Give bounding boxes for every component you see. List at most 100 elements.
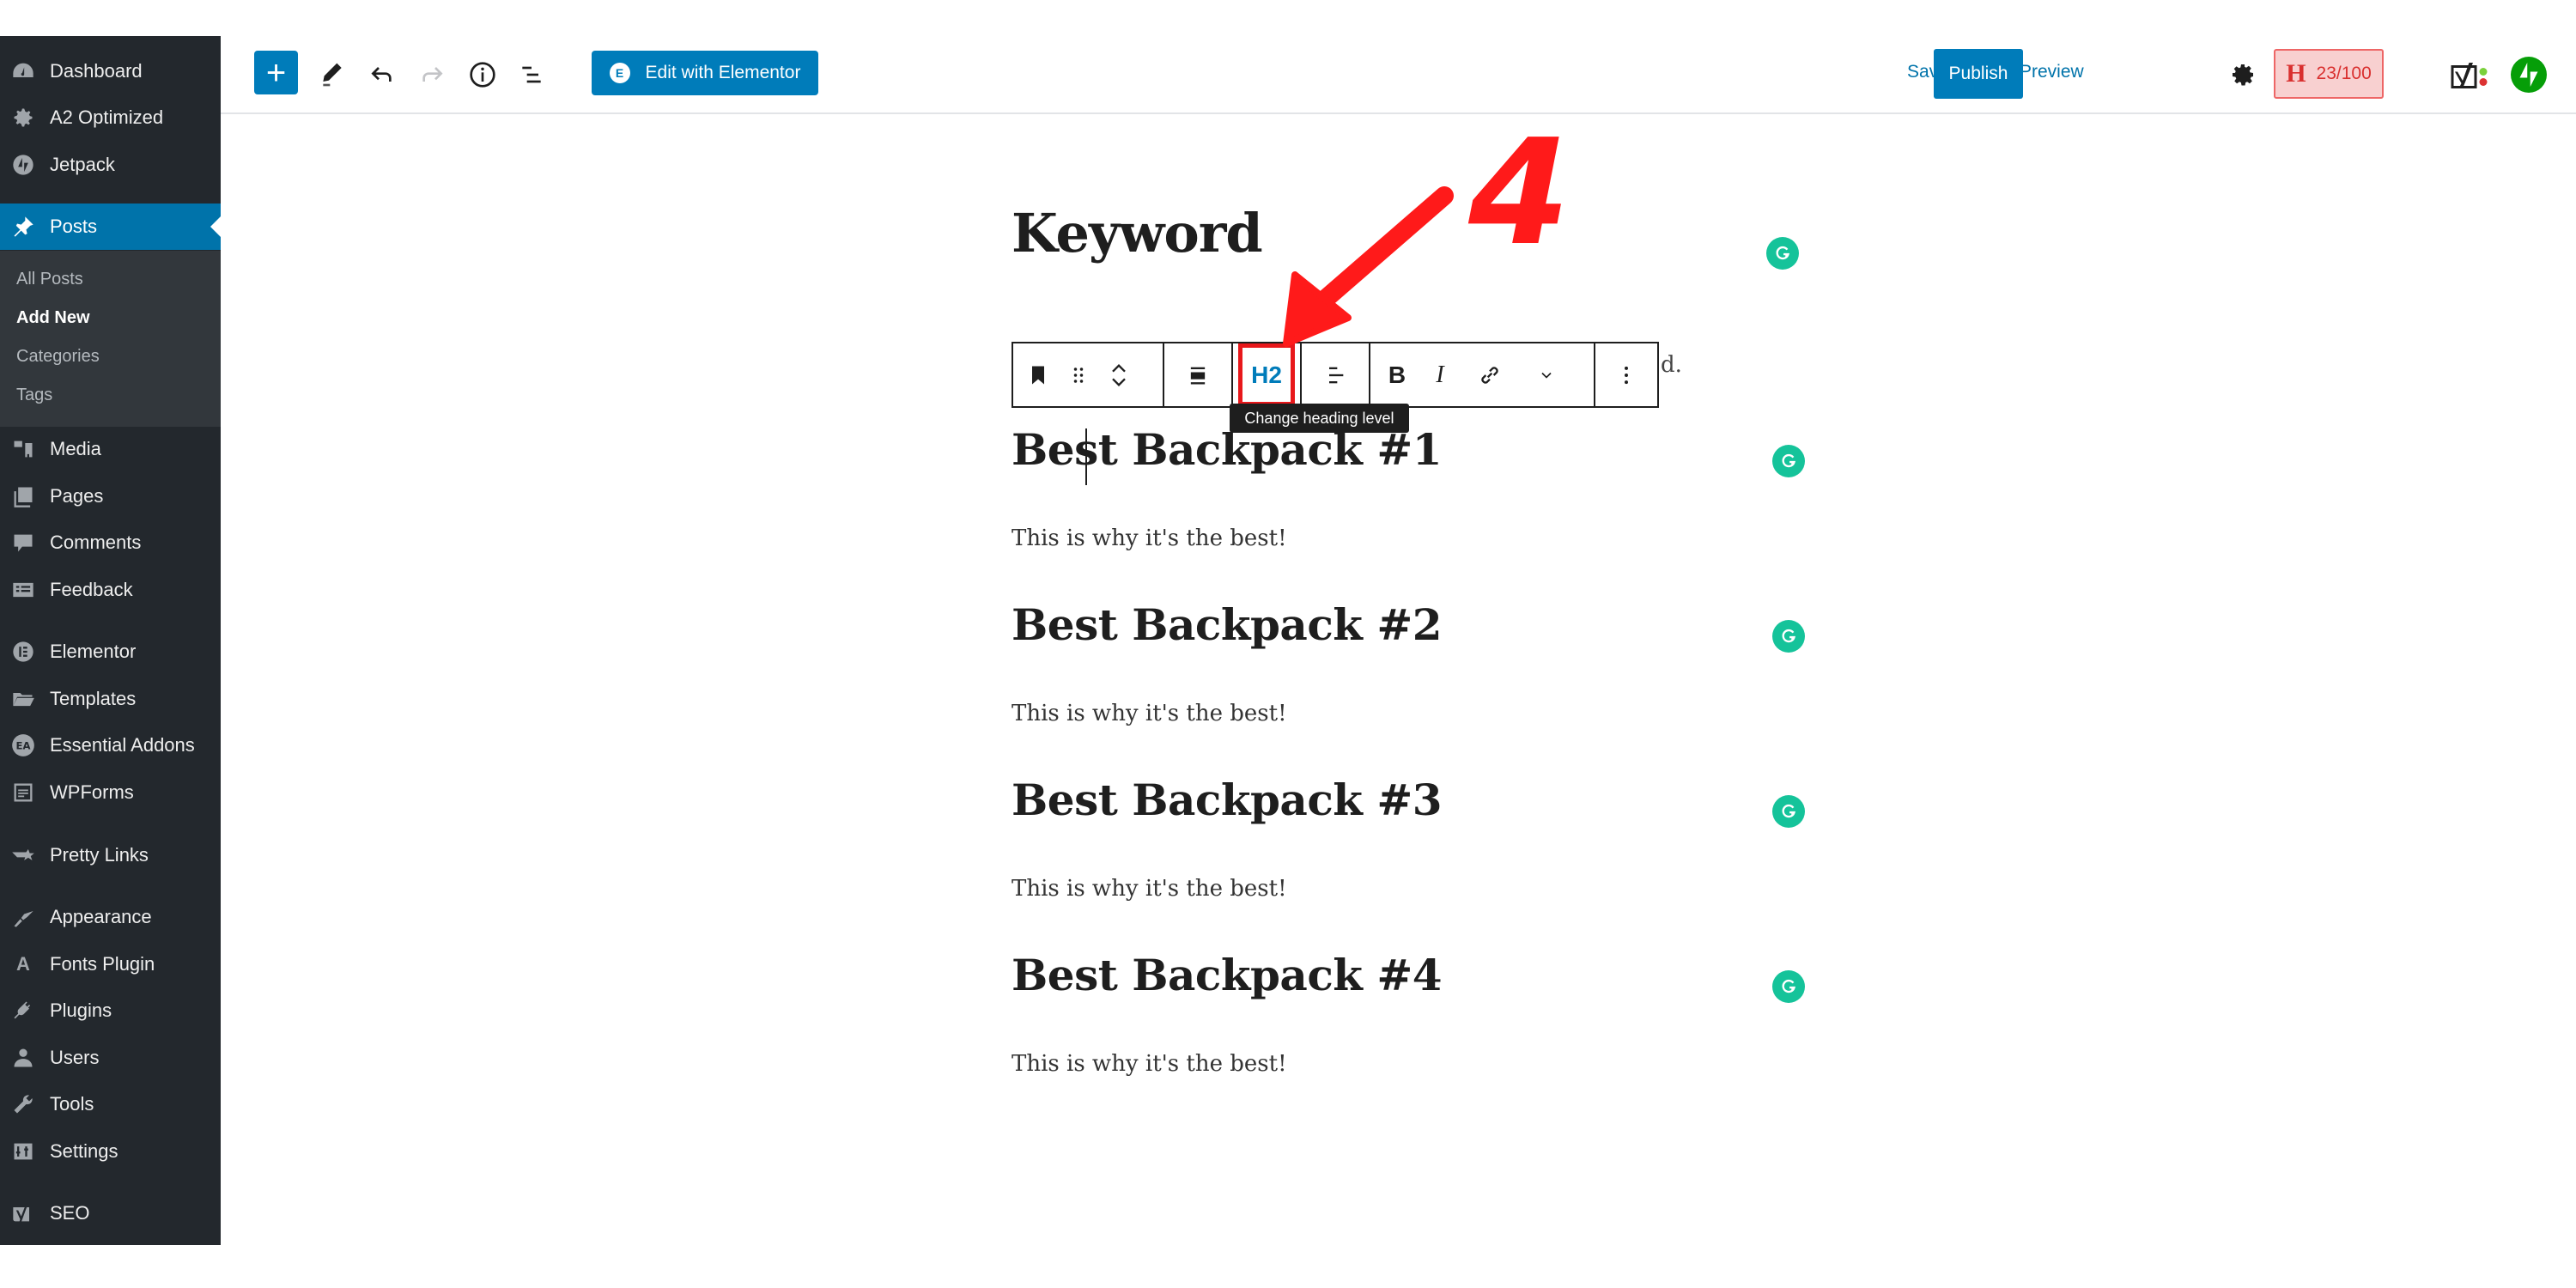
sidebar-item-posts[interactable]: Posts (0, 204, 221, 250)
post-title[interactable]: Keyword (1012, 202, 1263, 264)
sidebar-item-templates[interactable]: Templates (0, 677, 221, 720)
bookmark-icon (1032, 366, 1044, 384)
heading-block[interactable]: Best Backpack #2 (1012, 599, 1443, 650)
paragraph-block[interactable]: This is why it's the best! (1012, 876, 1287, 902)
grammarly-icon[interactable] (1772, 795, 1805, 828)
sidebar-item-fonts-plugin[interactable]: A Fonts Plugin (0, 943, 221, 986)
sidebar-item-elementor[interactable]: Elementor (0, 630, 221, 673)
sidebar-item-label: Plugins (50, 999, 112, 1021)
submenu-all-posts[interactable]: All Posts (16, 270, 83, 289)
sidebar-item-jetpack[interactable]: Jetpack (0, 143, 221, 186)
sidebar-item-label: Comments (50, 532, 142, 553)
elementor-icon: E (609, 63, 630, 83)
submenu-tags[interactable]: Tags (16, 386, 52, 405)
text-cursor (1085, 428, 1087, 485)
sidebar-item-label: Dashboard (50, 60, 143, 82)
sidebar-item-plugins[interactable]: Plugins (0, 989, 221, 1032)
more-rich-text-button[interactable] (1518, 343, 1575, 406)
sidebar-item-label: Templates (50, 688, 137, 709)
sidebar-item-feedback[interactable]: Feedback (0, 568, 221, 611)
kebab-menu-icon (1625, 366, 1628, 384)
grammarly-icon[interactable] (1772, 970, 1805, 1003)
feedback-icon (10, 577, 36, 603)
chevron-down-icon (1541, 372, 1552, 379)
text-alignment-button[interactable] (1314, 343, 1357, 406)
content-info-button[interactable] (467, 59, 498, 90)
block-alignment-button[interactable] (1176, 343, 1219, 406)
edit-with-elementor-label: Edit with Elementor (645, 63, 801, 82)
sidebar-item-label: Media (50, 438, 101, 459)
undo-button[interactable] (367, 59, 398, 90)
add-block-button[interactable]: + (254, 51, 298, 94)
submenu-add-new[interactable]: Add New (16, 308, 90, 328)
sidebar-item-label: Pages (50, 485, 104, 507)
heading-block[interactable]: Best Backpack #1 (1012, 424, 1443, 475)
sidebar-item-settings[interactable]: Settings (0, 1130, 221, 1173)
info-icon (470, 62, 495, 88)
sidebar-item-label: A2 Optimized (50, 106, 164, 128)
align-left-icon (1329, 367, 1344, 383)
sidebar-item-label: Appearance (50, 906, 152, 927)
preview-button[interactable]: Preview (2020, 62, 2084, 82)
sidebar-item-media[interactable]: Media (0, 428, 221, 471)
sidebar-item-users[interactable]: Users (0, 1036, 221, 1079)
settings-button[interactable] (2227, 59, 2258, 90)
seo-score-badge[interactable]: H 23/100 (2274, 49, 2384, 99)
grammarly-icon[interactable] (1766, 237, 1799, 270)
paragraph-block[interactable]: This is why it's the best! (1012, 526, 1287, 551)
change-heading-level-button[interactable]: H2 (1236, 343, 1297, 406)
plus-icon: + (265, 53, 287, 92)
sidebar-item-label: Users (50, 1047, 100, 1068)
sidebar-item-wpforms[interactable]: WPForms (0, 771, 221, 814)
sidebar-item-essential-addons[interactable]: EA Essential Addons (0, 724, 221, 767)
jetpack-icon (10, 152, 36, 178)
more-options-button[interactable] (1605, 343, 1648, 406)
gear-icon (2233, 64, 2253, 86)
heading-block[interactable]: Best Backpack #4 (1012, 950, 1443, 1000)
sidebar-item-comments[interactable]: Comments (0, 521, 221, 564)
publish-button[interactable]: Publish (1934, 49, 2023, 99)
seo-score: 23/100 (2316, 64, 2372, 83)
sidebar-item-tools[interactable]: Tools (0, 1083, 221, 1126)
sidebar-item-label: WPForms (50, 781, 134, 803)
paragraph-block[interactable]: This is why it's the best! (1012, 1051, 1287, 1077)
heading-block[interactable]: Best Backpack #3 (1012, 775, 1443, 825)
block-navigation-button[interactable] (516, 59, 547, 90)
obscured-paragraph-text: d. (1661, 352, 1682, 378)
bold-button[interactable]: B (1376, 343, 1419, 406)
pages-icon (10, 483, 36, 509)
elementor-icon (10, 639, 36, 665)
grammarly-icon[interactable] (1772, 445, 1805, 477)
link-button[interactable] (1461, 343, 1518, 406)
jetpack-icon (2511, 57, 2547, 93)
italic-button[interactable]: I (1419, 343, 1461, 406)
link-icon (1481, 366, 1498, 384)
sidebar-item-label: Jetpack (50, 154, 115, 175)
tools-button[interactable] (317, 59, 348, 90)
drag-handle[interactable] (1060, 343, 1097, 406)
sidebar-item-dashboard[interactable]: Dashboard (0, 50, 221, 93)
submenu-categories[interactable]: Categories (16, 347, 100, 367)
sidebar-item-pages[interactable]: Pages (0, 475, 221, 518)
wrench-icon (10, 1091, 36, 1117)
chevron-up-icon[interactable] (1107, 361, 1131, 374)
yoast-button[interactable] (2450, 58, 2491, 93)
sidebar-item-pretty-links[interactable]: Pretty Links (0, 834, 221, 877)
paragraph-block[interactable]: This is why it's the best! (1012, 701, 1287, 726)
sidebar-item-a2-optimized[interactable]: A2 Optimized (0, 96, 221, 139)
sidebar-item-appearance[interactable]: Appearance (0, 896, 221, 939)
redo-button[interactable] (416, 59, 447, 90)
pencil-icon (323, 63, 342, 87)
sidebar-item-seo[interactable]: SEO (0, 1192, 221, 1235)
redo-icon (422, 67, 443, 82)
jetpack-button[interactable] (2511, 57, 2547, 93)
chevron-down-icon[interactable] (1107, 377, 1131, 389)
form-icon (10, 780, 36, 805)
sidebar-item-label: Pretty Links (50, 844, 149, 866)
block-type-button[interactable] (1017, 343, 1060, 406)
font-icon: A (16, 953, 30, 975)
edit-with-elementor-button[interactable]: E Edit with Elementor (592, 51, 818, 95)
move-block-buttons[interactable] (1097, 343, 1140, 406)
grammarly-icon[interactable] (1772, 620, 1805, 653)
admin-sidebar: Dashboard A2 Optimized Jetpack Posts All… (0, 36, 221, 1245)
